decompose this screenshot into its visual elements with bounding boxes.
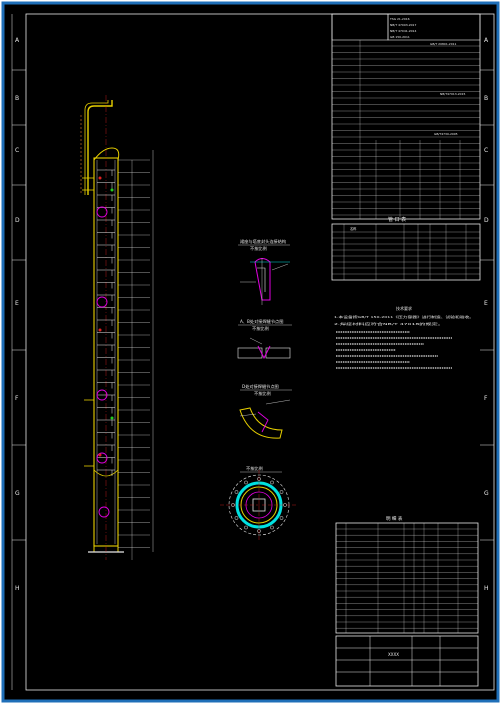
spec-std-4: GB 150-2011 — [390, 35, 410, 39]
detail-title: 裙座与塔底封头连接结构 — [240, 238, 286, 245]
zone-letter: H — [15, 585, 20, 592]
detail-title: A、B处对接焊缝节点图 — [240, 318, 283, 325]
zone-letter: D — [15, 217, 20, 224]
zone-letter: F — [484, 395, 488, 402]
zone-letter: G — [15, 490, 20, 497]
detail-title: D处对接焊缝节点图 — [242, 383, 279, 390]
spec-std-3: NB/T 47041-2014 — [390, 29, 416, 33]
zone-letter: E — [484, 300, 488, 307]
detail-scale: 不按比例 — [254, 390, 271, 397]
zone-letter: B — [15, 95, 19, 102]
zone-letter: E — [15, 300, 19, 307]
zone-letter: H — [484, 585, 489, 592]
nozzle-table-header: 名称 — [350, 226, 357, 231]
standard-ref-3: GB/T4730-2005 — [434, 132, 458, 136]
zone-letter: C — [484, 147, 488, 154]
engineering-drawing-sheet: A B C D E F G H A B C D E F G H 裙座与塔底封头连… — [0, 0, 501, 704]
notes-title: 技术要求 — [396, 305, 412, 311]
detail-scale: 不按比例 — [252, 325, 269, 332]
outer-frame — [1, 1, 500, 703]
detail-scale: 不按比例 — [250, 245, 267, 252]
zone-letter: B — [484, 95, 488, 102]
notes-line: 1.本设备按GB/T 150-2011《压力容器》进行制造、试验和验收。 — [334, 314, 474, 319]
parts-list-title: 明 细 表 — [386, 515, 403, 522]
nozzle-table-title: 管 口 表 — [388, 216, 406, 223]
standard-ref-1: GB/T 20801-2011 — [430, 42, 457, 46]
spec-std-1: TSG 21-2016 — [389, 17, 410, 21]
drawing-number: XXXX — [388, 652, 399, 657]
zone-letter: D — [484, 217, 489, 224]
zone-letter: C — [15, 147, 19, 154]
standard-ref-2: NB/T47013-2015 — [440, 92, 465, 96]
notes-line: 2.焊接材料应符合NB/T 47018的规定。 — [334, 321, 444, 326]
detail-scale: 不按比例 — [246, 465, 263, 472]
zone-letter: F — [15, 395, 19, 402]
zone-letter: G — [484, 490, 489, 497]
spec-std-2: NB/T 47003-2017 — [390, 23, 416, 27]
